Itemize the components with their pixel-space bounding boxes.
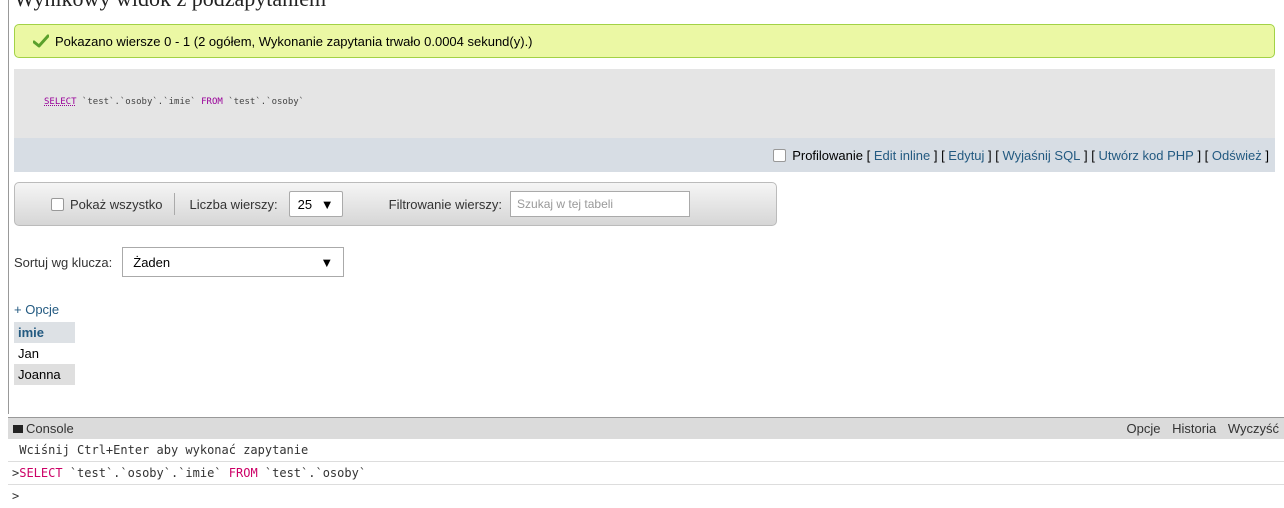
success-message-box: Pokazano wiersze 0 - 1 (2 ogółem, Wykona… bbox=[14, 24, 1275, 58]
sql-part-2: `test`.`osoby` bbox=[222, 97, 305, 107]
nav-separator bbox=[174, 193, 176, 215]
console-title: Console bbox=[26, 421, 74, 436]
table-row: Joanna bbox=[14, 364, 75, 385]
sort-by-key-select[interactable]: Żaden ▼ bbox=[122, 247, 345, 277]
sort-by-key-value: Żaden bbox=[133, 254, 171, 270]
sql-part-1: `test`.`osoby`.`imie` bbox=[76, 97, 202, 107]
results-table: imie Jan Joanna bbox=[14, 322, 75, 385]
console-keyword-from: FROM bbox=[228, 466, 258, 480]
rows-count-select[interactable]: 25 ▼ bbox=[288, 191, 343, 217]
profiling-label: Profilowanie bbox=[792, 147, 864, 163]
console-hint: Wciśnij Ctrl+Enter aby wykonać zapytanie bbox=[8, 439, 1284, 462]
filter-rows-label: Filtrowanie wierszy: bbox=[388, 196, 503, 212]
console-toggle[interactable]: Console bbox=[13, 421, 74, 436]
table-row: Jan bbox=[14, 343, 75, 364]
dropdown-arrow-icon: ▼ bbox=[320, 254, 334, 270]
dropdown-arrow-icon: ▼ bbox=[320, 196, 334, 212]
navigation-bar: Pokaż wszystko Liczba wierszy: 25 ▼ Filt… bbox=[14, 182, 777, 226]
console-input-line[interactable]: > bbox=[8, 485, 1284, 507]
edit-inline-link[interactable]: Edit inline bbox=[874, 148, 930, 163]
explain-sql-link[interactable]: Wyjaśnij SQL bbox=[1003, 148, 1081, 163]
profiling-checkbox[interactable] bbox=[773, 148, 787, 162]
table-cell[interactable]: Jan bbox=[14, 343, 75, 364]
console-options-button[interactable]: Opcje bbox=[1127, 421, 1161, 436]
rows-count-label: Liczba wierszy: bbox=[189, 196, 278, 212]
table-cell[interactable]: Joanna bbox=[14, 364, 75, 385]
show-all-control[interactable]: Pokaż wszystko bbox=[51, 197, 162, 212]
success-message-text: Pokazano wiersze 0 - 1 (2 ogółem, Wykona… bbox=[55, 33, 533, 49]
table-header-row: imie bbox=[14, 322, 75, 343]
sql-keyword-select[interactable]: SELECT bbox=[44, 97, 77, 107]
create-php-link[interactable]: Utwórz kod PHP bbox=[1098, 148, 1193, 163]
sort-by-key-row: Sortuj wg klucza: Żaden ▼ bbox=[14, 247, 345, 277]
options-toggle-link[interactable]: + Opcje bbox=[14, 302, 59, 317]
show-all-label: Pokaż wszystko bbox=[70, 196, 163, 212]
console-actions: Opcje Historia Wyczyść bbox=[1119, 421, 1279, 436]
console-query-line[interactable]: >SELECT `test`.`osoby`.`imie` FROM `test… bbox=[8, 462, 1284, 485]
sql-query-box: SELECT `test`.`osoby`.`imie` FROM `test`… bbox=[14, 69, 1275, 138]
page-heading-cut: Wynikowy widok z podzapytaniem bbox=[14, 0, 326, 11]
rows-count-value: 25 bbox=[297, 196, 313, 212]
column-header-imie[interactable]: imie bbox=[14, 322, 75, 343]
console-icon bbox=[13, 424, 23, 433]
sort-by-key-label: Sortuj wg klucza: bbox=[14, 254, 113, 270]
filter-rows-input[interactable] bbox=[510, 191, 691, 217]
sql-console: Console Opcje Historia Wyczyść Wciśnij C… bbox=[8, 417, 1284, 508]
check-icon bbox=[33, 34, 49, 48]
refresh-link[interactable]: Odśwież bbox=[1212, 148, 1262, 163]
console-clear-button[interactable]: Wyczyść bbox=[1228, 421, 1279, 436]
left-divider bbox=[8, 0, 9, 414]
sql-tools-bar: Profilowanie [ Edit inline ] [ Edytuj ] … bbox=[14, 138, 1275, 172]
console-history-button[interactable]: Historia bbox=[1172, 421, 1216, 436]
edit-link[interactable]: Edytuj bbox=[948, 148, 984, 163]
show-all-checkbox[interactable] bbox=[51, 197, 64, 211]
sql-query-text: SELECT `test`.`osoby`.`imie` FROM `test`… bbox=[44, 97, 304, 107]
sql-keyword-from: FROM bbox=[201, 97, 223, 107]
console-keyword-select: SELECT bbox=[19, 466, 63, 480]
console-toolbar: Console Opcje Historia Wyczyść bbox=[8, 418, 1284, 439]
